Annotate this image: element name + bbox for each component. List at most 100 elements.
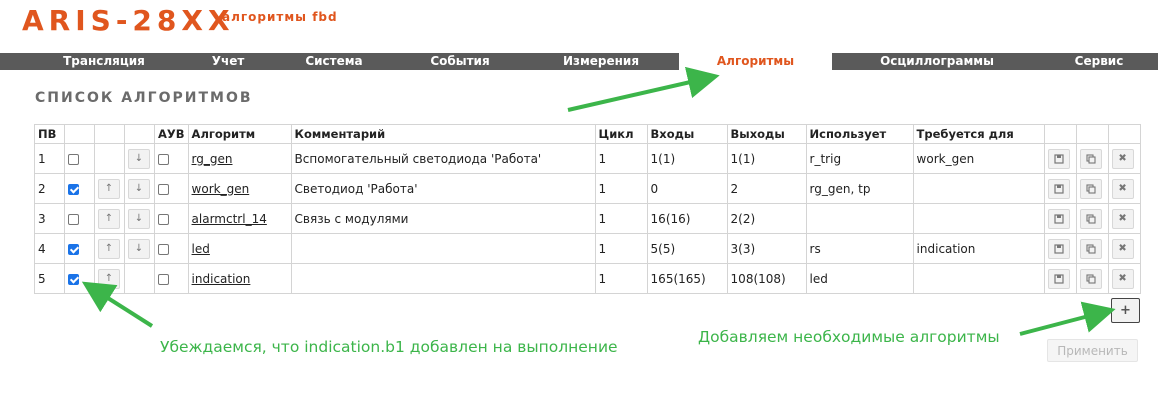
cell-delete: ✖ [1107,233,1141,264]
auv-checkbox[interactable] [158,213,169,225]
tab-service[interactable]: Сервис [1060,53,1138,70]
save-button[interactable] [1047,208,1070,229]
save-button[interactable] [1047,268,1070,289]
algorithm-link[interactable]: alarmctrl_14 [192,212,267,226]
auv-checkbox[interactable] [158,153,169,165]
cell-down [124,263,155,294]
cell-inputs: 1(1) [646,143,728,174]
header-save [1043,124,1077,144]
close-icon: ✖ [1118,183,1127,194]
algorithm-link[interactable]: rg_gen [192,152,233,166]
move-down-button[interactable]: ↓ [128,148,150,169]
auv-checkbox[interactable] [158,273,169,285]
copy-button[interactable] [1079,208,1102,229]
move-up-button[interactable]: ↑ [98,268,120,289]
tab-events[interactable]: События [418,53,502,70]
header-algorithm: Алгоритм [187,124,292,144]
move-up-button[interactable]: ↑ [98,178,120,199]
cell-delete: ✖ [1107,203,1141,234]
cell-delete: ✖ [1107,143,1141,174]
move-down-button[interactable]: ↓ [128,208,150,229]
table-header-row: ПВ АУВ Алгоритм Комментарий Цикл Входы В… [34,124,1141,144]
cell-save [1043,143,1077,174]
cell-enabled [64,143,95,174]
tab-measurements[interactable]: Измерения [552,53,650,70]
cell-up [94,143,125,174]
cell-down: ↓ [124,203,155,234]
save-button[interactable] [1047,238,1070,259]
cell-delete: ✖ [1107,173,1141,204]
cell-required-by: indication [912,233,1045,264]
cell-comment [290,263,596,294]
cell-copy [1075,203,1109,234]
save-button[interactable] [1047,178,1070,199]
enabled-checkbox[interactable] [68,213,79,225]
cell-pv: 1 [34,143,65,174]
cell-comment: Светодиод 'Работа' [290,173,596,204]
enabled-checkbox[interactable] [68,153,79,165]
header-inputs: Входы [646,124,728,144]
cell-outputs: 1(1) [726,143,807,174]
delete-button[interactable]: ✖ [1111,208,1134,229]
move-up-button[interactable]: ↑ [98,238,120,259]
cell-auv [154,263,189,294]
tab-accounting[interactable]: Учет [192,53,264,70]
tab-translation[interactable]: Трансляция [40,53,168,70]
save-icon [1053,153,1064,164]
save-button[interactable] [1047,148,1070,169]
cell-auv [154,203,189,234]
auv-checkbox[interactable] [158,243,169,255]
auv-checkbox[interactable] [158,183,169,195]
apply-button[interactable]: Применить [1047,339,1138,362]
cell-required-by [912,203,1045,234]
cell-save [1043,233,1077,264]
move-down-button[interactable]: ↓ [128,238,150,259]
move-up-button[interactable]: ↑ [98,208,120,229]
copy-button[interactable] [1079,268,1102,289]
move-down-button[interactable]: ↓ [128,178,150,199]
cell-cycle: 1 [594,143,648,174]
cell-cycle: 1 [594,173,648,204]
tab-algorithms[interactable]: Алгоритмы [679,53,832,72]
delete-button[interactable]: ✖ [1111,148,1134,169]
copy-button[interactable] [1079,148,1102,169]
tab-system[interactable]: Система [290,53,378,70]
cell-delete: ✖ [1107,263,1141,294]
page-title: СПИСОК АЛГОРИТМОВ [35,90,253,106]
copy-button[interactable] [1079,178,1102,199]
table-row: 1 ↓ rg_gen Вспомогательный светодиода 'Р… [34,143,1141,174]
cell-inputs: 165(165) [646,263,728,294]
enabled-checkbox[interactable] [68,183,79,195]
brand-subtitle: алгоритмы fbd [222,10,338,24]
copy-icon [1085,153,1096,164]
cell-outputs: 2(2) [726,203,807,234]
enabled-checkbox[interactable] [68,273,79,285]
delete-button[interactable]: ✖ [1111,178,1134,199]
cell-enabled [64,203,95,234]
cell-comment: Вспомогательный светодиода 'Работа' [290,143,596,174]
tab-oscillograms[interactable]: Осциллограммы [862,53,1012,70]
save-icon [1053,213,1064,224]
close-icon: ✖ [1118,273,1127,284]
table-row: 3 ↑ ↓ alarmctrl_14 Связь с модулями 1 16… [34,203,1141,234]
copy-icon [1085,213,1096,224]
cell-outputs: 3(3) [726,233,807,264]
cell-copy [1075,143,1109,174]
algorithm-link[interactable]: indication [192,272,251,286]
cell-pv: 2 [34,173,65,204]
algorithm-link[interactable]: led [192,242,210,256]
header-pv: ПВ [34,124,65,144]
delete-button[interactable]: ✖ [1111,238,1134,259]
arrow-up-icon: ↑ [104,183,114,194]
delete-button[interactable]: ✖ [1111,268,1134,289]
cell-enabled [64,263,95,294]
copy-button[interactable] [1079,238,1102,259]
arrow-up-icon: ↑ [104,213,114,224]
enabled-checkbox[interactable] [68,243,79,255]
cell-algorithm: work_gen [187,173,292,204]
algorithm-link[interactable]: work_gen [192,182,250,196]
header-down [124,124,155,144]
brand-title: ARIS-28XX [22,4,235,37]
header-delete [1107,124,1141,144]
add-algorithm-button[interactable]: + [1111,298,1140,323]
